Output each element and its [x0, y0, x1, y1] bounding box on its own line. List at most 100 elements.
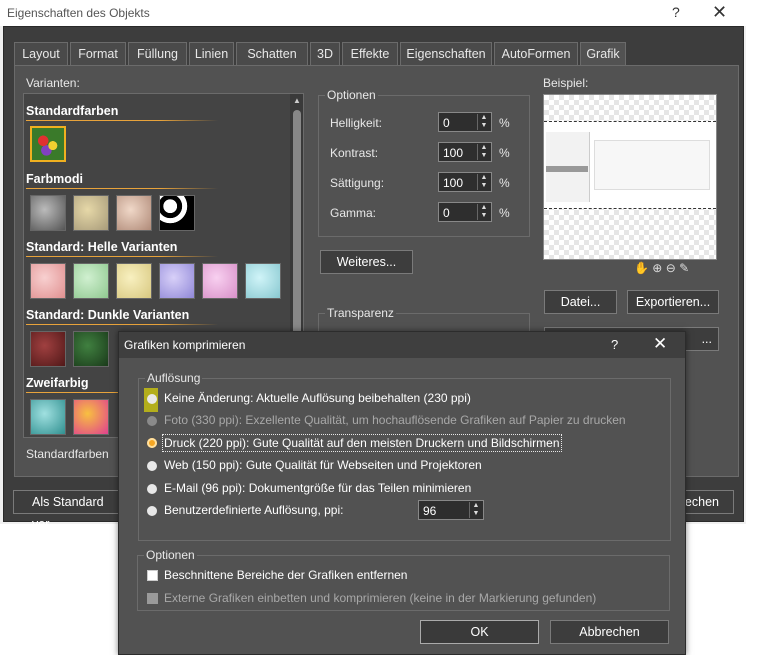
zoom-in-icon[interactable]: ⊕ — [652, 261, 662, 275]
thumb-dark-red[interactable] — [30, 331, 66, 367]
thumb-light-blue[interactable] — [159, 263, 195, 299]
brightness-spinner[interactable]: 0 ▲ ▼ — [438, 112, 492, 132]
resolution-group-title: Auflösung — [145, 371, 203, 385]
preview-image — [543, 94, 717, 260]
saturation-unit: % — [499, 176, 510, 190]
contrast-spinner[interactable]: 100 ▲ ▼ — [438, 142, 492, 162]
dialog-help-button[interactable]: ? — [611, 337, 618, 352]
brightness-unit: % — [499, 116, 510, 130]
export-button[interactable]: Exportieren... — [627, 290, 719, 314]
gamma-label: Gamma: — [330, 206, 377, 220]
more-button[interactable]: Weiteres... — [320, 250, 413, 274]
thumb-black-white[interactable] — [159, 195, 195, 231]
tab-autoformen[interactable]: AutoFormen — [494, 42, 578, 66]
checkbox-remove-cropped-label[interactable]: Beschnittene Bereiche der Grafiken entfe… — [164, 568, 407, 582]
dialog-title-bar: Grafiken komprimieren ? ✕ — [119, 332, 685, 358]
thumb-light-cyan[interactable] — [245, 263, 281, 299]
tab-grafik[interactable]: Grafik — [580, 42, 626, 67]
variants-label: Varianten: — [26, 76, 80, 90]
spinner-arrows-icon[interactable]: ▲ ▼ — [477, 204, 490, 220]
checkbox-embed-external[interactable] — [147, 593, 158, 604]
spinner-arrows-icon[interactable]: ▲ ▼ — [469, 502, 482, 518]
radio-photo[interactable] — [147, 416, 157, 426]
dialog-title: Grafiken komprimieren — [124, 338, 246, 352]
radio-email[interactable] — [147, 484, 157, 494]
spinner-arrows-icon[interactable]: ▲ ▼ — [477, 114, 490, 130]
saturation-value: 100 — [443, 176, 464, 190]
gamma-unit: % — [499, 206, 510, 220]
selected-variant-name: Standardfarben — [26, 447, 109, 461]
section-divider — [26, 256, 218, 257]
close-button[interactable]: ✕ — [712, 2, 727, 23]
tab-layout[interactable]: Layout — [14, 42, 68, 66]
preview-highlight — [546, 166, 588, 172]
radio-custom-label[interactable]: Benutzerdefinierte Auflösung, ppi: — [164, 503, 343, 517]
radio-web-label[interactable]: Web (150 ppi): Gute Qualität für Webseit… — [164, 458, 482, 472]
dialog-options-group-title: Optionen — [144, 548, 197, 562]
gamma-spinner[interactable]: 0 ▲ ▼ — [438, 202, 492, 222]
eyedropper-icon[interactable]: ✎ — [679, 261, 689, 275]
tab-linien[interactable]: Linien — [189, 42, 234, 66]
section-farbmodi: Farbmodi — [26, 172, 83, 186]
tab-format[interactable]: Format — [70, 42, 126, 66]
spinner-arrows-icon[interactable]: ▲ ▼ — [477, 174, 490, 190]
checkbox-remove-cropped[interactable] — [147, 570, 158, 581]
radio-photo-label[interactable]: Foto (330 ppi): Exzellente Qualität, um … — [164, 413, 626, 427]
preview-label: Beispiel: — [543, 76, 589, 90]
transparency-group-title: Transparenz — [325, 306, 396, 320]
gamma-value: 0 — [443, 206, 450, 220]
thumb-sepia[interactable] — [116, 195, 152, 231]
section-helle-varianten: Standard: Helle Varianten — [26, 240, 178, 254]
brightness-label: Helligkeit: — [330, 116, 383, 130]
section-standardfarben: Standardfarben — [26, 104, 119, 118]
tab-3d[interactable]: 3D — [310, 42, 340, 66]
preview-screenshot — [544, 121, 716, 209]
radio-web[interactable] — [147, 461, 157, 471]
radio-custom[interactable] — [147, 506, 157, 516]
contrast-unit: % — [499, 146, 510, 160]
radio-no-change[interactable] — [147, 394, 157, 404]
tab-schatten[interactable]: Schatten — [236, 42, 308, 66]
thumb-light-green[interactable] — [73, 263, 109, 299]
ok-button[interactable]: OK — [420, 620, 539, 644]
thumb-duotone-teal[interactable] — [30, 399, 66, 435]
saturation-spinner[interactable]: 100 ▲ ▼ — [438, 172, 492, 192]
tab-eigenschaften[interactable]: Eigenschaften — [400, 42, 492, 66]
section-dunkle-varianten: Standard: Dunkle Varianten — [26, 308, 190, 322]
radio-print[interactable] — [147, 438, 157, 448]
options-group-title: Optionen — [325, 88, 378, 102]
thumb-dark-green[interactable] — [73, 331, 109, 367]
help-button[interactable]: ? — [672, 4, 680, 20]
thumb-light-magenta[interactable] — [202, 263, 238, 299]
radio-no-change-label[interactable]: Keine Änderung: Aktuelle Auflösung beibe… — [164, 391, 471, 405]
contrast-value: 100 — [443, 146, 464, 160]
spinner-arrows-icon[interactable]: ▲ ▼ — [477, 144, 490, 160]
checkbox-embed-external-label[interactable]: Externe Grafiken einbetten und komprimie… — [164, 591, 596, 605]
set-default-button[interactable]: Als Standard ver — [13, 490, 123, 531]
tab-effekte[interactable]: Effekte — [342, 42, 398, 66]
zoom-out-icon[interactable]: ⊖ — [666, 261, 676, 275]
dialog-close-button[interactable]: ✕ — [653, 334, 667, 354]
section-zweifarbig: Zweifarbig — [26, 376, 89, 390]
thumb-washout[interactable] — [73, 195, 109, 231]
hand-icon[interactable]: ✋ — [634, 261, 649, 275]
cancel-button[interactable]: Abbrechen — [550, 620, 669, 644]
thumb-standard-colors[interactable] — [30, 126, 66, 162]
file-button[interactable]: Datei... — [544, 290, 617, 314]
brightness-value: 0 — [443, 116, 450, 130]
radio-print-label[interactable]: Druck (220 ppi): Gute Qualität auf den m… — [162, 434, 562, 452]
tab-fuellung[interactable]: Füllung — [128, 42, 187, 66]
saturation-label: Sättigung: — [330, 176, 385, 190]
custom-ppi-spinner[interactable]: 96 ▲ ▼ — [418, 500, 484, 520]
window-title: Eigenschaften des Objekts — [7, 6, 150, 20]
contrast-label: Kontrast: — [330, 146, 379, 160]
thumb-duotone-pink[interactable] — [73, 399, 109, 435]
title-bar: Eigenschaften des Objekts ? ✕ — [0, 0, 746, 26]
section-divider — [26, 188, 218, 189]
thumb-light-red[interactable] — [30, 263, 66, 299]
thumb-grayscale[interactable] — [30, 195, 66, 231]
transparency-group: Transparenz — [318, 306, 530, 333]
thumb-light-yellow[interactable] — [116, 263, 152, 299]
scroll-up-arrow-icon[interactable]: ▲ — [290, 96, 303, 105]
radio-email-label[interactable]: E-Mail (96 ppi): Dokumentgröße für das T… — [164, 481, 471, 495]
